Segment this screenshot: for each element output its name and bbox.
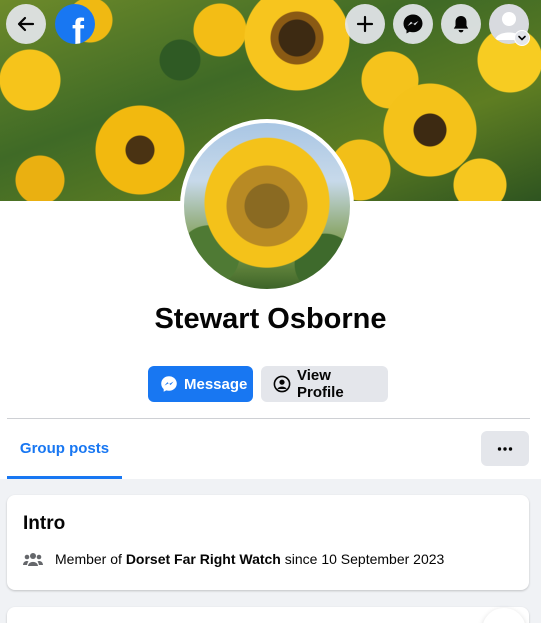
profile-circle-icon — [273, 375, 291, 393]
profile-picture-image — [184, 123, 350, 289]
profile-name: Stewart Osborne — [154, 303, 387, 335]
arrow-left-icon — [17, 16, 35, 32]
view-profile-button-label: View Profile — [297, 367, 344, 401]
membership-info: Member of Dorset Far Right Watch since 1… — [23, 551, 444, 567]
profile-picture[interactable] — [180, 119, 354, 293]
membership-prefix: Member of — [55, 551, 126, 567]
facebook-logo[interactable]: f — [55, 4, 95, 44]
message-button[interactable]: Message — [148, 366, 253, 402]
messenger-icon — [403, 14, 423, 34]
plus-icon — [356, 15, 374, 33]
group-name-link[interactable]: Dorset Far Right Watch — [126, 551, 281, 567]
divider — [7, 418, 530, 419]
account-menu-chevron[interactable] — [514, 30, 530, 46]
messenger-button[interactable] — [393, 4, 433, 44]
membership-since: since 10 September 2023 — [280, 551, 445, 567]
chevron-down-icon — [518, 35, 526, 41]
bell-icon — [453, 16, 469, 33]
next-card — [7, 607, 529, 623]
tab-group-posts[interactable]: Group posts — [7, 420, 122, 479]
more-dots-icon — [497, 446, 513, 451]
people-icon — [23, 553, 43, 566]
intro-title: Intro — [23, 513, 66, 534]
message-button-label: Message — [184, 375, 248, 393]
messenger-icon — [161, 376, 177, 392]
view-profile-button[interactable]: View Profile — [261, 366, 388, 402]
notifications-button[interactable] — [441, 4, 481, 44]
back-button[interactable] — [6, 4, 46, 44]
create-button[interactable] — [345, 4, 385, 44]
more-options-button[interactable] — [481, 431, 529, 466]
tab-label: Group posts — [19, 439, 110, 457]
facebook-logo-letter: f — [72, 11, 84, 45]
intro-card: Intro Member of Dorset Far Right Watch s… — [7, 495, 529, 590]
